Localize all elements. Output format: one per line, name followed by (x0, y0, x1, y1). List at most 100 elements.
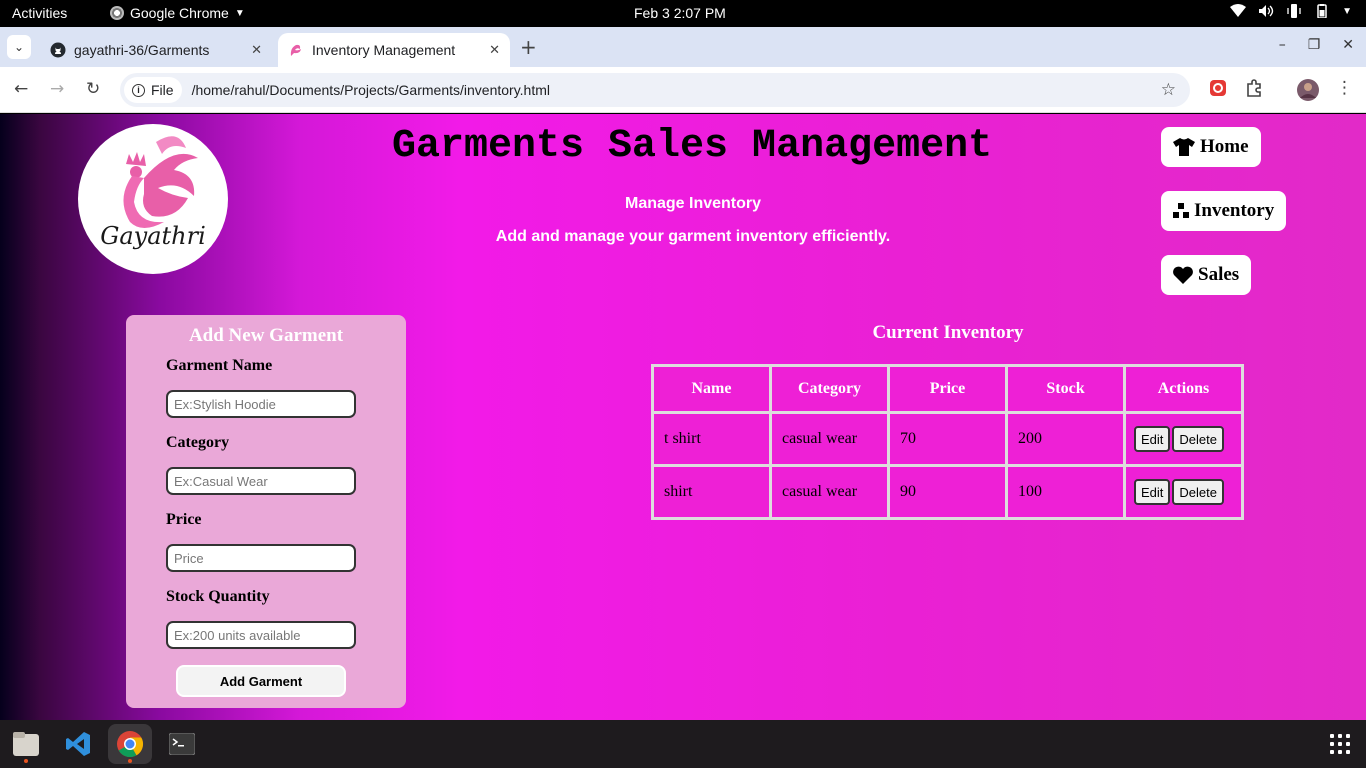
running-indicator (128, 759, 132, 763)
cell-price: 70 (890, 414, 1005, 464)
cell-name: t shirt (654, 414, 769, 464)
chevron-down-icon: ▼ (234, 7, 245, 19)
new-tab-plus-icon[interactable]: + (520, 35, 537, 59)
cell-stock: 200 (1008, 414, 1123, 464)
form-heading: Add New Garment (188, 325, 344, 346)
site-info-label: File (151, 82, 174, 98)
tab-github[interactable]: gayathri-36/Garments ✕ (40, 33, 272, 67)
forward-arrow-icon[interactable]: → (50, 79, 64, 99)
stock-quantity-label: Stock Quantity (166, 588, 270, 605)
address-bar[interactable]: i File /home/rahul/Documents/Projects/Ga… (120, 73, 1190, 107)
cell-actions: Edit Delete (1126, 467, 1241, 517)
tab-search-button[interactable]: ⌄ (7, 35, 31, 59)
nav-home-button[interactable]: Home (1161, 127, 1261, 167)
delete-button[interactable]: Delete (1172, 479, 1224, 505)
web-page: Gayathri Garments Sales Management Manag… (0, 114, 1366, 720)
tab-inventory-management[interactable]: Inventory Management ✕ (278, 33, 510, 67)
stock-quantity-input[interactable] (166, 621, 356, 649)
cell-actions: Edit Delete (1126, 414, 1241, 464)
column-header-price: Price (890, 367, 1005, 411)
edit-button[interactable]: Edit (1134, 426, 1171, 452)
back-arrow-icon[interactable]: ← (14, 79, 28, 99)
peacock-favicon-icon (290, 44, 301, 56)
activities-button[interactable]: Activities (12, 5, 67, 21)
category-input[interactable] (166, 467, 356, 495)
files-app-button[interactable] (4, 724, 48, 764)
column-header-category: Category (772, 367, 887, 411)
heart-icon (1173, 266, 1193, 284)
window-controls: – ❐ ✕ (1279, 37, 1354, 53)
inventory-heading: Current Inventory (872, 322, 1024, 343)
cell-price: 90 (890, 467, 1005, 517)
column-header-stock: Stock (1008, 367, 1123, 411)
running-indicator (24, 759, 28, 763)
garment-name-input[interactable] (166, 390, 356, 418)
app-menu-label: Google Chrome (130, 5, 229, 21)
garment-name-label: Garment Name (166, 357, 273, 374)
price-input[interactable] (166, 544, 356, 572)
cell-category: casual wear (772, 414, 887, 464)
clock[interactable]: Feb 3 2:07 PM (634, 5, 726, 21)
folder-icon (13, 732, 39, 756)
kebab-menu-icon[interactable]: ⋮ (1336, 78, 1353, 98)
page-tagline: Add and manage your garment inventory ef… (495, 228, 891, 245)
taskbar (0, 720, 1366, 768)
system-tray[interactable]: ▼ (1230, 4, 1352, 18)
terminal-app-button[interactable] (160, 724, 204, 764)
info-icon: i (132, 83, 145, 97)
delete-button[interactable]: Delete (1172, 426, 1224, 452)
table-row: t shirt casual wear 70 200 Edit Delete (654, 414, 1241, 464)
nav-home-label: Home (1200, 136, 1249, 157)
reload-icon[interactable]: ↻ (86, 79, 100, 99)
close-window-icon[interactable]: ✕ (1342, 37, 1354, 53)
tab-strip: ⌄ gayathri-36/Garments ✕ Inventory Manag… (0, 27, 1366, 67)
add-garment-button[interactable]: Add Garment (176, 665, 346, 697)
vscode-app-button[interactable] (56, 724, 100, 764)
url-text[interactable]: /home/rahul/Documents/Projects/Garments/… (192, 82, 550, 98)
cell-name: shirt (654, 467, 769, 517)
show-apps-grid-icon[interactable] (1330, 734, 1350, 754)
chrome-app-button[interactable] (108, 724, 152, 764)
chrome-icon (117, 731, 144, 758)
add-garment-form: Add New Garment Garment Name Category Pr… (126, 315, 406, 708)
extension-red-icon[interactable] (1209, 79, 1227, 97)
close-icon[interactable]: ✕ (251, 42, 262, 58)
minimize-icon[interactable]: – (1279, 37, 1286, 53)
phone-icon (1287, 4, 1301, 18)
volume-icon (1259, 5, 1274, 17)
price-label: Price (166, 511, 202, 528)
profile-avatar[interactable] (1297, 79, 1319, 101)
boxes-icon (1173, 203, 1189, 218)
toolbar: ← → ↻ i File /home/rahul/Documents/Proje… (0, 67, 1366, 113)
restore-icon[interactable]: ❐ (1308, 37, 1321, 53)
table-header-row: Name Category Price Stock Actions (654, 367, 1241, 411)
wifi-icon (1230, 4, 1247, 17)
chevron-down-icon: ⌄ (13, 40, 25, 54)
chrome-icon (110, 6, 124, 20)
nav-sales-button[interactable]: Sales (1161, 255, 1252, 295)
chevron-down-icon: ▼ (1342, 5, 1352, 17)
nav-inventory-button[interactable]: Inventory (1161, 191, 1287, 231)
cell-stock: 100 (1008, 467, 1123, 517)
tab-title: gayathri-36/Garments (74, 42, 210, 58)
edit-button[interactable]: Edit (1134, 479, 1171, 505)
bookmark-star-icon[interactable]: ☆ (1161, 80, 1176, 100)
system-top-bar: Activities Google Chrome ▼ Feb 3 2:07 PM… (0, 0, 1366, 27)
nav-inventory-label: Inventory (1194, 200, 1275, 221)
inventory-table: Name Category Price Stock Actions t shir… (651, 364, 1244, 520)
github-icon (50, 42, 66, 58)
close-icon[interactable]: ✕ (489, 42, 500, 58)
battery-icon (1317, 4, 1327, 18)
app-menu[interactable]: Google Chrome ▼ (110, 5, 245, 21)
page-title: Garments Sales Management (392, 124, 993, 169)
site-info-chip[interactable]: i File (124, 77, 182, 103)
tab-title: Inventory Management (312, 42, 456, 58)
cell-category: casual wear (772, 467, 887, 517)
table-row: shirt casual wear 90 100 Edit Delete (654, 467, 1241, 517)
nav-sales-label: Sales (1198, 264, 1240, 285)
category-label: Category (166, 434, 230, 451)
column-header-name: Name (654, 367, 769, 411)
vscode-icon (66, 732, 90, 756)
puzzle-extensions-icon[interactable] (1245, 79, 1263, 97)
tshirt-icon (1173, 138, 1195, 156)
